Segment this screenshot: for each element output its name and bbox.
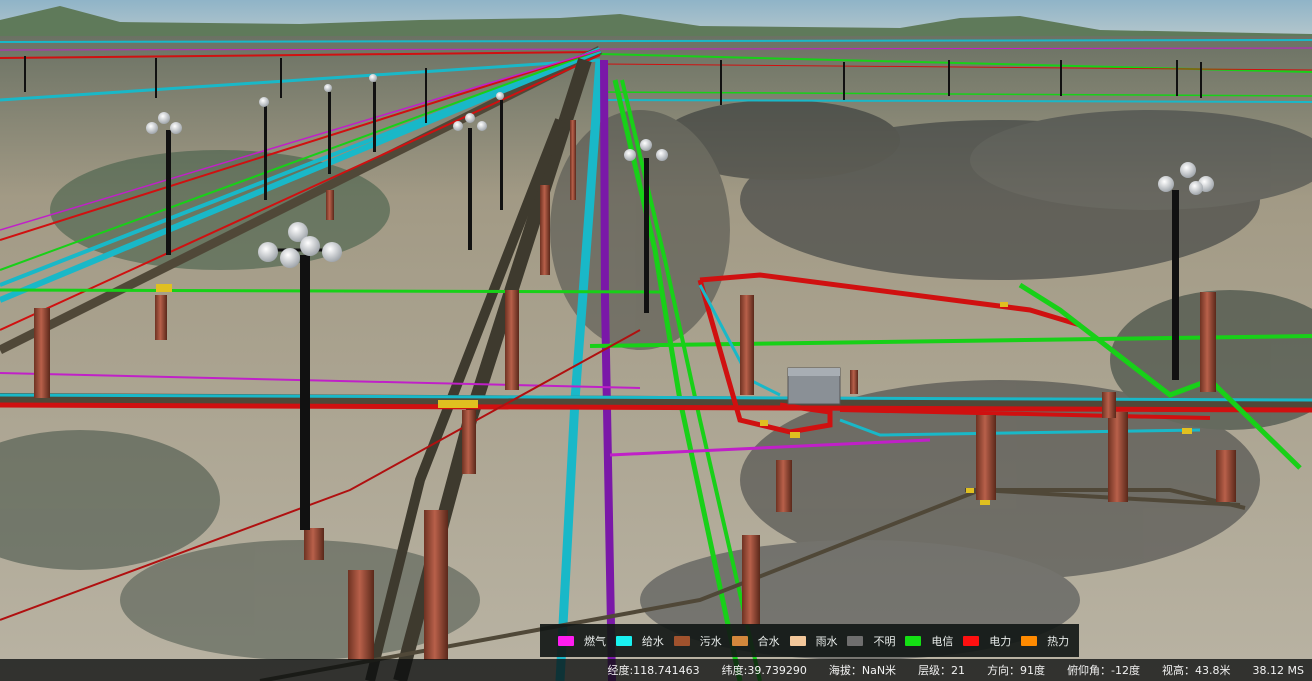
legend-item[interactable]: 合水 <box>731 631 790 651</box>
utility-cabinet[interactable] <box>787 367 841 405</box>
legend-item[interactable]: 污水 <box>673 631 732 651</box>
pipeline-legend: 燃气 给水 污水 合水 雨水 不明 电信 电力 热力 <box>540 624 1079 657</box>
heading-readout: 方向：91度 <box>987 664 1046 677</box>
camera-height-readout: 视高：43.8米 <box>1162 664 1231 677</box>
legend-swatch <box>673 635 690 646</box>
legend-swatch <box>789 635 806 646</box>
legend-label: 电力 <box>989 634 1012 648</box>
legend-label: 雨水 <box>815 634 838 648</box>
legend-label: 热力 <box>1047 634 1070 648</box>
longitude-readout: 经度:118.741463 <box>607 664 700 677</box>
legend-label: 污水 <box>699 634 722 648</box>
legend-label: 电信 <box>931 634 954 648</box>
status-bar: 经度:118.741463 纬度:39.739290 海拔：NaN米 层级：21… <box>0 659 1312 681</box>
legend-item[interactable]: 热力 <box>1021 631 1079 651</box>
legend-label: 合水 <box>757 634 780 648</box>
legend-swatch <box>558 635 574 646</box>
legend-item[interactable]: 燃气 <box>558 631 616 651</box>
legend-swatch <box>905 635 922 646</box>
latitude-readout: 纬度:39.739290 <box>721 664 807 677</box>
frame-time-readout: 38.12 MS <box>1252 663 1304 677</box>
legend-swatch <box>963 635 980 646</box>
map-3d-viewport[interactable] <box>0 0 1312 681</box>
legend-swatch <box>847 635 864 646</box>
legend-item[interactable]: 雨水 <box>789 631 848 651</box>
legend-swatch <box>1021 635 1038 646</box>
legend-label: 不明 <box>873 634 896 648</box>
level-readout: 层级：21 <box>918 664 966 677</box>
legend-item[interactable]: 电力 <box>963 631 1021 651</box>
altitude-readout: 海拔：NaN米 <box>828 664 897 677</box>
legend-item[interactable]: 不明 <box>847 631 905 651</box>
legend-label: 给水 <box>641 634 664 648</box>
legend-swatch <box>731 635 748 646</box>
legend-item[interactable]: 给水 <box>615 631 674 651</box>
pitch-readout: 俯仰角：-12度 <box>1067 664 1141 677</box>
legend-label: 燃气 <box>584 634 606 648</box>
legend-swatch <box>615 635 632 646</box>
legend-item[interactable]: 电信 <box>905 631 963 651</box>
